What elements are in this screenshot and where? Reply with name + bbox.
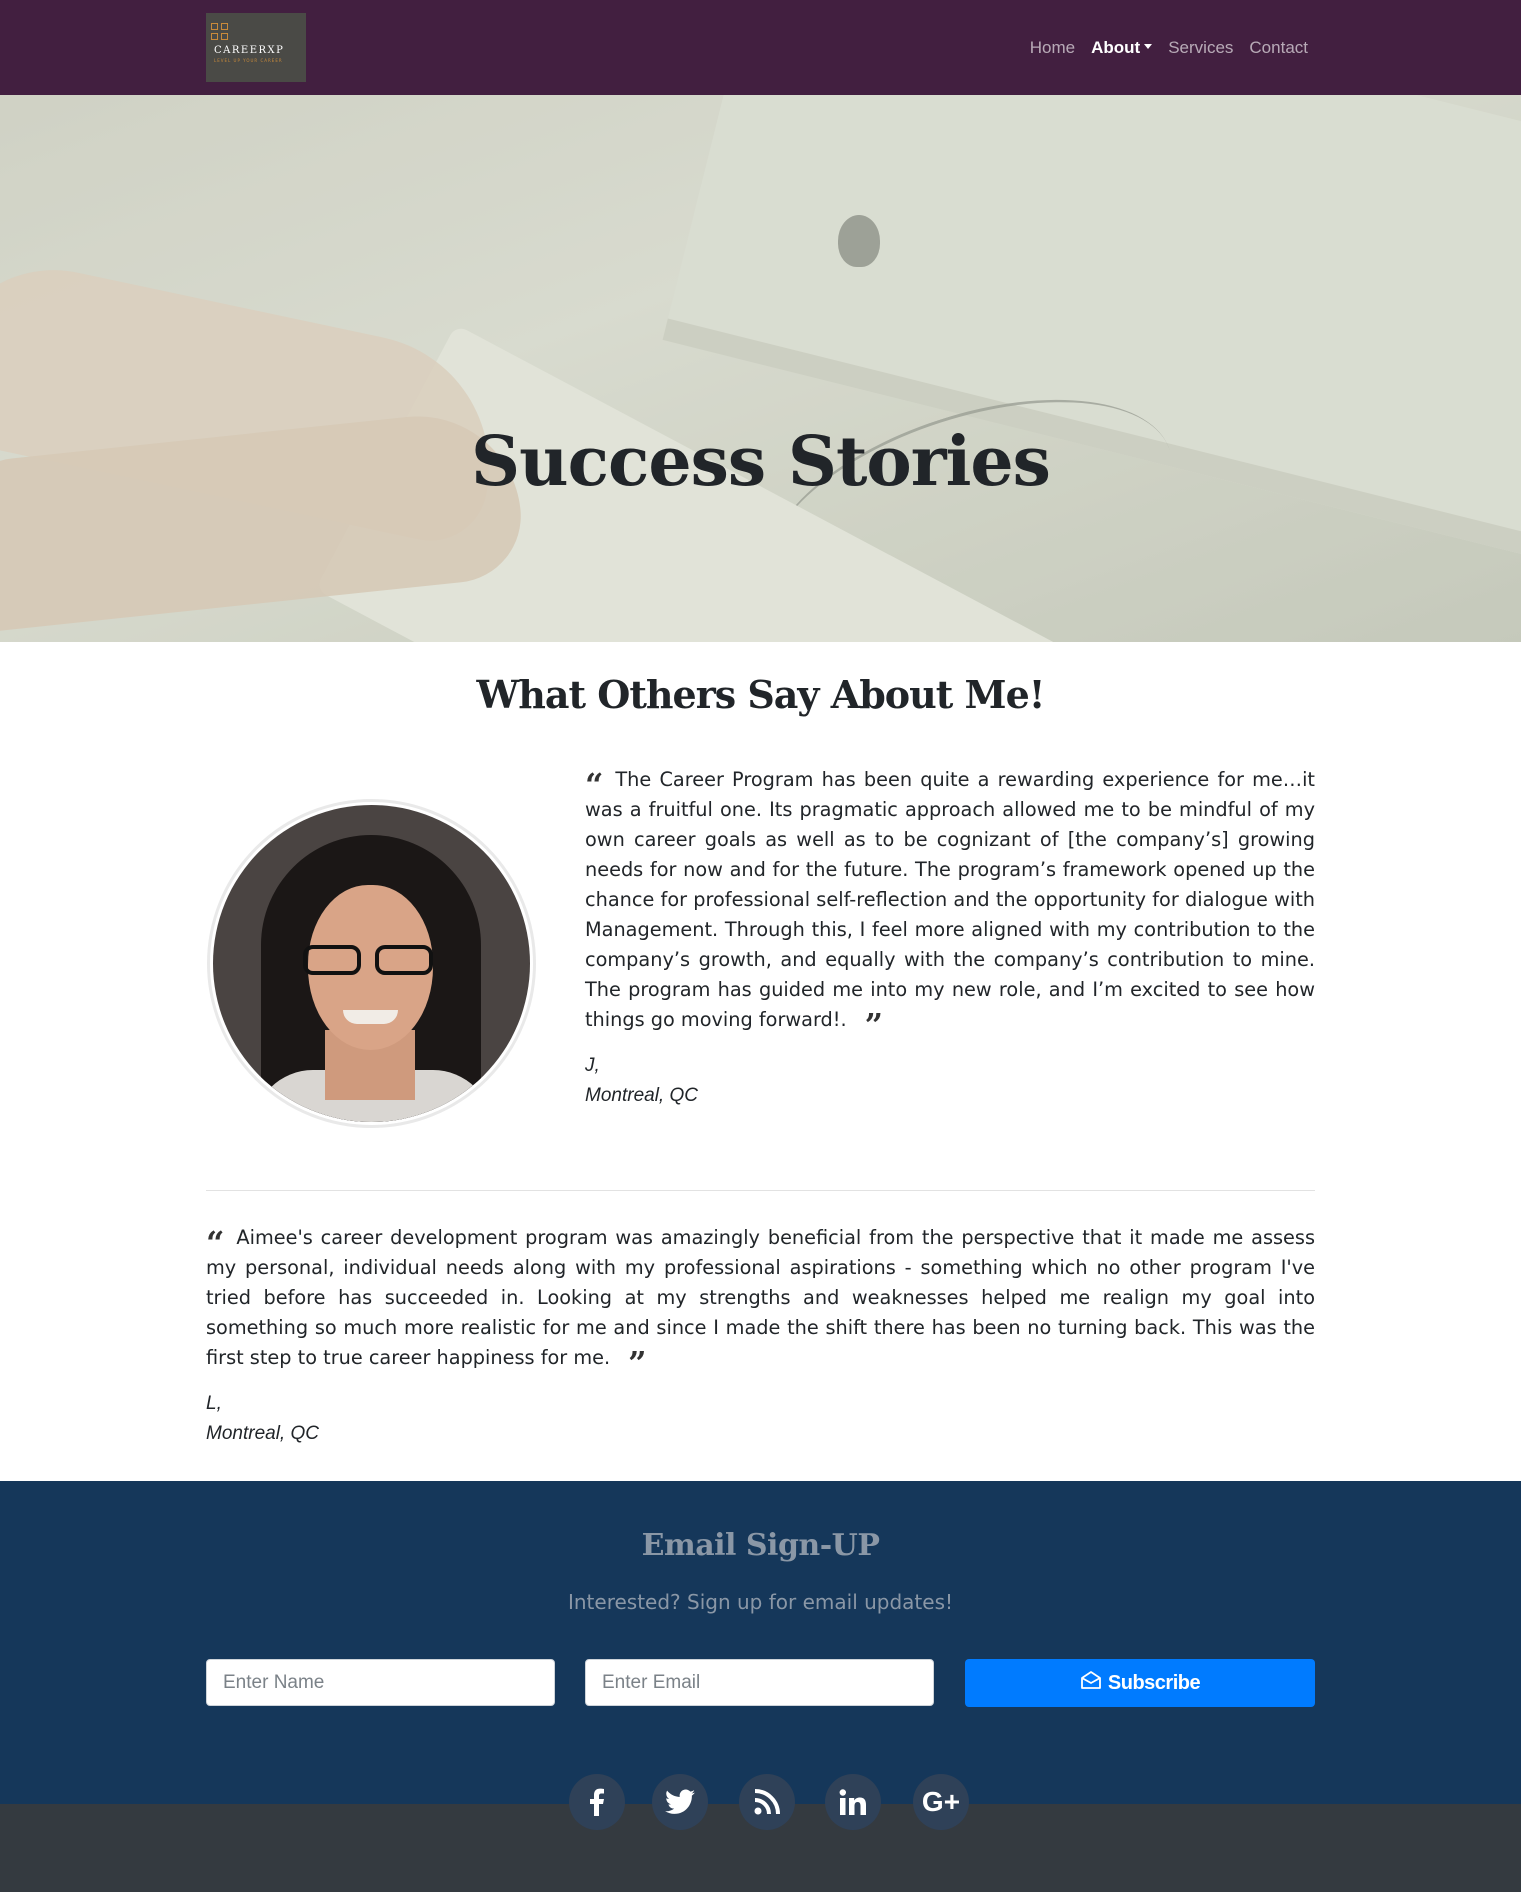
social-links: G+ (0, 1774, 1521, 1832)
navbar: CAREERXP LEVEL UP YOUR CAREER Home About… (0, 0, 1521, 95)
testimonial-author: J, Montreal, QC (585, 1051, 698, 1111)
logo[interactable]: CAREERXP LEVEL UP YOUR CAREER (206, 13, 306, 82)
google-plus-icon[interactable]: G+ (913, 1774, 969, 1830)
nav-home-link[interactable]: Home (1030, 38, 1075, 58)
logo-tagline: LEVEL UP YOUR CAREER (214, 58, 283, 63)
author-name: L, (206, 1393, 222, 1414)
quote-close-icon: ” (628, 1344, 647, 1382)
avatar-photo (213, 805, 530, 1122)
hero-banner: Success Stories (0, 95, 1521, 642)
logo-mark-icon (211, 23, 231, 43)
testimonial-quote: “Aimee's career development program was … (206, 1223, 1315, 1382)
nav-about-label: About (1091, 38, 1141, 57)
rss-icon[interactable] (739, 1774, 795, 1830)
avatar (207, 799, 536, 1128)
linkedin-icon[interactable] (825, 1774, 881, 1830)
twitter-icon[interactable] (652, 1774, 708, 1830)
nav-about-dropdown[interactable]: About (1091, 38, 1153, 58)
testimonial-author: L, Montreal, QC (206, 1389, 319, 1449)
testimonial-text: Aimee's career development program was a… (206, 1226, 1315, 1369)
email-signup-section: Email Sign-UP Interested? Sign up for em… (0, 1481, 1521, 1804)
testimonial-text: The Career Program has been quite a rewa… (585, 768, 1315, 1031)
nav-menu: Home About Services Contact (1030, 38, 1308, 58)
testimonial-quote: “The Career Program has been quite a rew… (585, 765, 1315, 1044)
facebook-icon[interactable] (569, 1774, 625, 1830)
author-location: Montreal, QC (585, 1085, 698, 1106)
name-input[interactable] (206, 1659, 555, 1706)
subscribe-label: Subscribe (1107, 1671, 1201, 1694)
caret-down-icon (1144, 44, 1153, 49)
nav-contact-link[interactable]: Contact (1249, 38, 1308, 58)
page-title: Success Stories (471, 422, 1051, 502)
logo-name: CAREERXP (214, 45, 285, 56)
quote-close-icon: ” (864, 1006, 884, 1044)
subscribe-button[interactable]: Subscribe (965, 1659, 1315, 1707)
envelope-open-icon (1080, 1670, 1102, 1696)
author-name: J, (585, 1055, 600, 1076)
author-location: Montreal, QC (206, 1423, 319, 1444)
hero-overlay (0, 95, 1521, 642)
email-input[interactable] (585, 1659, 934, 1706)
testimonials-heading: What Others Say About Me! (476, 672, 1046, 717)
quote-open-icon: “ (206, 1224, 225, 1262)
signup-title: Email Sign-UP (641, 1528, 880, 1563)
signup-subtitle: Interested? Sign up for email updates! (567, 1590, 954, 1614)
nav-services-link[interactable]: Services (1168, 38, 1233, 58)
divider (206, 1190, 1315, 1191)
quote-open-icon: “ (585, 766, 604, 804)
